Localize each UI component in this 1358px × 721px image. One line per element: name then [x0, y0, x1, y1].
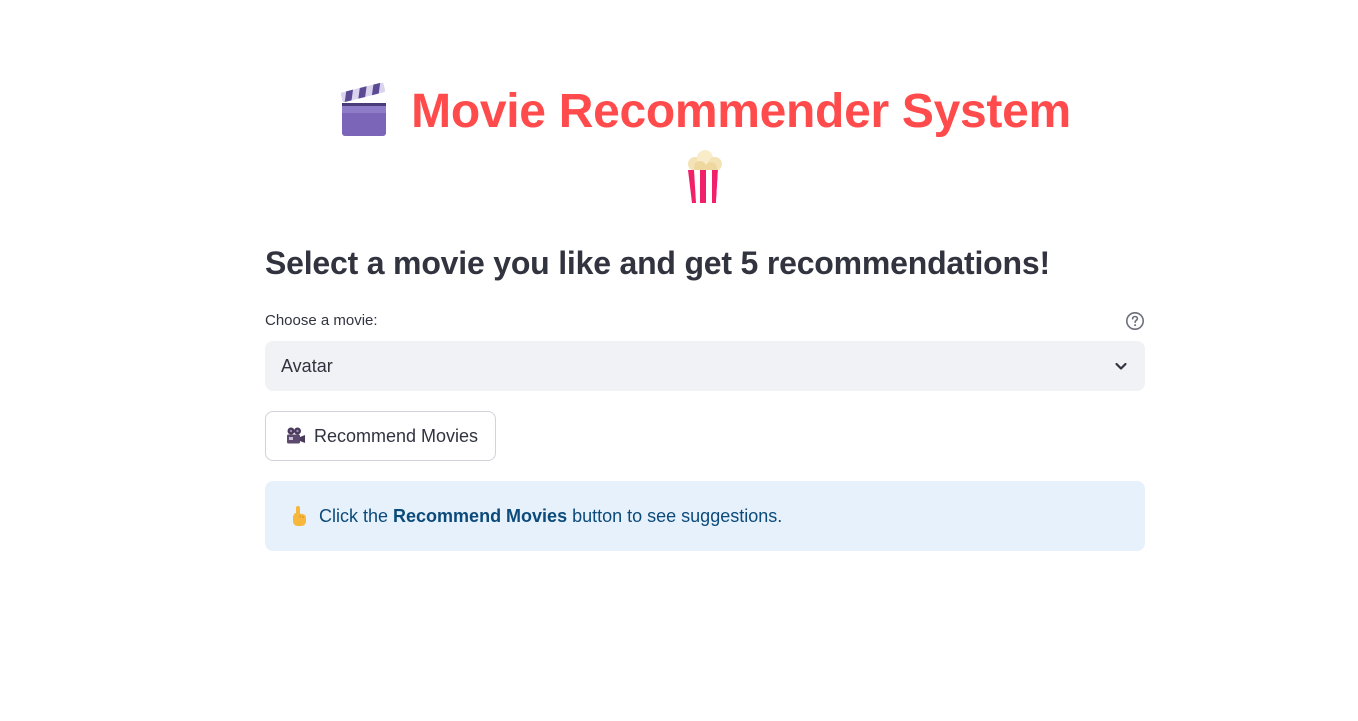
- pointing-hand-icon: [293, 506, 306, 526]
- recommend-movies-button[interactable]: Recommend Movies: [265, 411, 496, 461]
- movie-select[interactable]: Avatar: [265, 341, 1145, 391]
- info-text-bold: Recommend Movies: [393, 505, 568, 526]
- movie-camera-icon: [287, 427, 305, 444]
- app-title: Movie Recommender System: [411, 84, 1071, 138]
- clapper-board-icon: [340, 83, 387, 136]
- recommend-button-label: Recommend Movies: [314, 425, 479, 446]
- select-label: Choose a movie:: [265, 312, 378, 329]
- popcorn-icon: [688, 150, 722, 203]
- page-title: Movie Recommender System: [265, 76, 1145, 206]
- chevron-down-icon[interactable]: [1113, 358, 1129, 374]
- info-message: Click the Recommend Movies button to see…: [319, 506, 782, 527]
- info-text-before: Click the: [319, 505, 394, 526]
- info-alert: Click the Recommend Movies button to see…: [265, 481, 1145, 551]
- question-circle-icon[interactable]: [1125, 311, 1145, 331]
- movie-select-value: Avatar: [281, 355, 333, 376]
- subheader: Select a movie you like and get 5 recomm…: [265, 245, 1050, 281]
- info-text-after: button to see suggestions.: [567, 505, 783, 526]
